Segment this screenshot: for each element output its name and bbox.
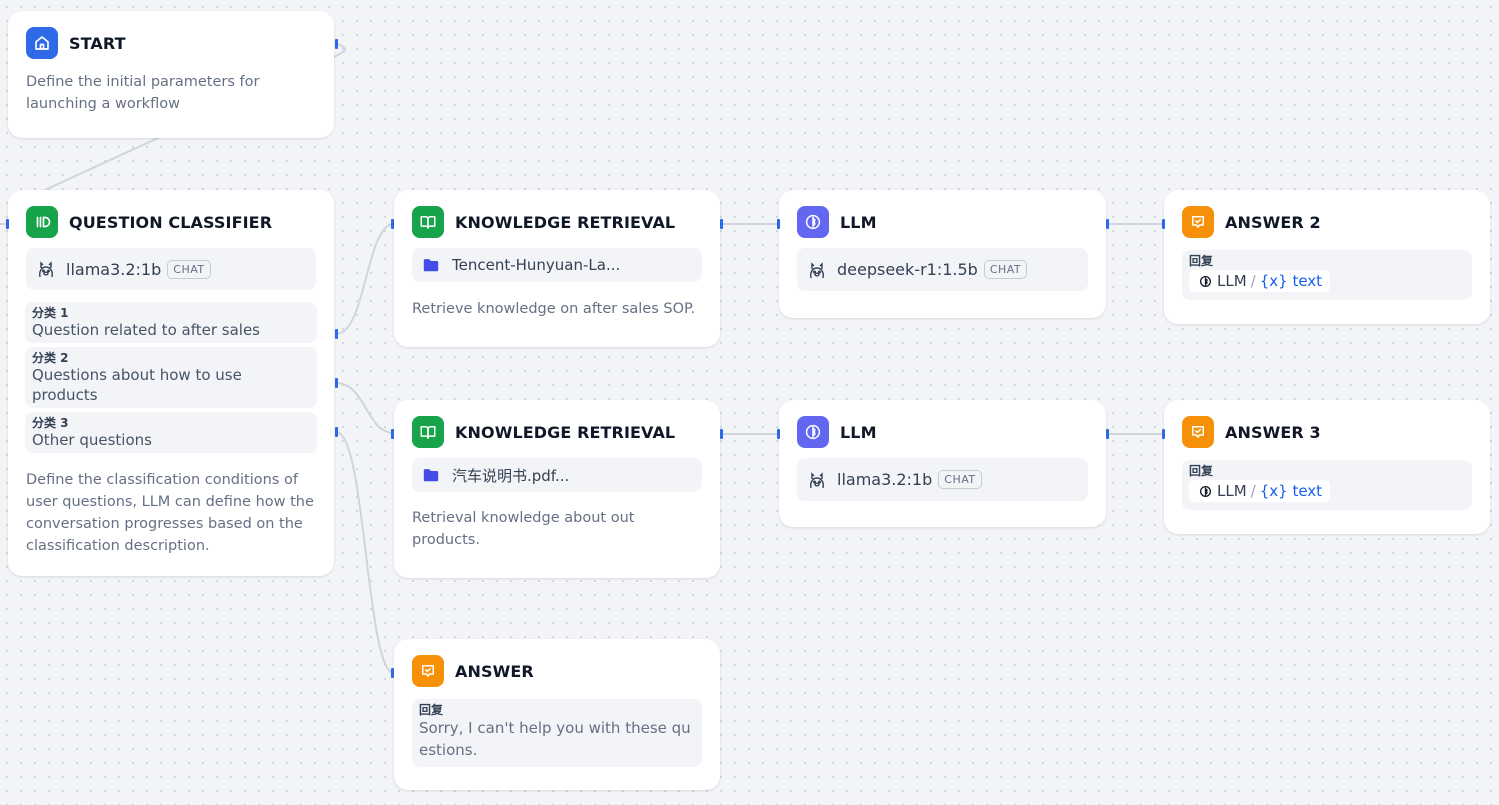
node-description: Define the initial parameters for launch… bbox=[26, 74, 260, 112]
class-text: Questions about how to use products bbox=[32, 366, 242, 404]
reply-text: Sorry, I can't help you with these quest… bbox=[419, 719, 691, 759]
llm2-output-handle[interactable] bbox=[1106, 429, 1109, 439]
llm-icon bbox=[1199, 275, 1212, 287]
class-text: Other questions bbox=[32, 431, 152, 449]
node-title: ANSWER bbox=[455, 661, 534, 681]
llm2-input-handle[interactable] bbox=[777, 429, 780, 439]
knowledge-base-name: 汽车说明书.pdf... bbox=[452, 466, 570, 485]
reply-label: 回复 bbox=[1189, 254, 1214, 268]
model-name: llama3.2:1b bbox=[66, 259, 162, 279]
reply-box[interactable]: 回复 Sorry, I can't help you with these qu… bbox=[412, 699, 702, 767]
variable-chip[interactable]: LLM / {x} text bbox=[1189, 270, 1331, 292]
node-description: Retrieve knowledge on after sales SOP. bbox=[412, 301, 696, 317]
class-label: 分类 1 bbox=[32, 306, 69, 320]
node-knowledge-retrieval-1[interactable]: KNOWLEDGE RETRIEVAL Tencent-Hunyuan-La..… bbox=[394, 190, 720, 347]
reply-label: 回复 bbox=[419, 703, 444, 717]
answer-icon bbox=[1182, 206, 1214, 238]
classifier-input-handle[interactable] bbox=[6, 219, 9, 229]
class-1-output-handle[interactable] bbox=[335, 329, 338, 339]
answer2-input-handle[interactable] bbox=[1162, 219, 1165, 229]
llm-icon bbox=[797, 206, 829, 238]
reply-box[interactable]: 回复 LLM / {x} text bbox=[1182, 460, 1472, 510]
node-llm-1[interactable]: LLM deepseek-r1:1.5b CHAT bbox=[779, 190, 1106, 318]
class-3-output-handle[interactable] bbox=[335, 427, 338, 437]
model-name: llama3.2:1b bbox=[837, 470, 933, 489]
node-title: KNOWLEDGE RETRIEVAL bbox=[455, 422, 676, 442]
edge-classifier-kr1 bbox=[335, 223, 395, 335]
node-llm-2[interactable]: LLM llama3.2:1b CHAT bbox=[779, 400, 1106, 527]
answer-icon bbox=[1182, 416, 1214, 448]
chat-tag: CHAT bbox=[167, 259, 211, 279]
class-label: 分类 3 bbox=[32, 416, 69, 430]
class-label: 分类 2 bbox=[32, 351, 69, 365]
knowledge-base-item[interactable]: 汽车说明书.pdf... bbox=[412, 458, 702, 492]
class-2-output-handle[interactable] bbox=[335, 378, 338, 388]
model-selector[interactable]: deepseek-r1:1.5b CHAT bbox=[797, 248, 1088, 291]
knowledge-base-name: Tencent-Hunyuan-La... bbox=[452, 256, 621, 274]
answer3-input-handle[interactable] bbox=[1162, 429, 1165, 439]
chat-tag: CHAT bbox=[938, 470, 982, 489]
knowledge-base-item[interactable]: Tencent-Hunyuan-La... bbox=[412, 248, 702, 282]
node-description: Retrieval knowledge about out products. bbox=[412, 510, 635, 548]
llm-icon bbox=[797, 416, 829, 448]
node-title: ANSWER 3 bbox=[1225, 422, 1321, 442]
node-answer-2[interactable]: ANSWER 2 回复 LLM / {x} text bbox=[1164, 190, 1490, 324]
node-title: LLM bbox=[840, 422, 877, 442]
home-icon bbox=[26, 27, 58, 59]
kr1-output-handle[interactable] bbox=[720, 219, 723, 229]
kr2-input-handle[interactable] bbox=[391, 429, 394, 439]
variable-separator: / bbox=[1250, 482, 1256, 500]
node-answer-3[interactable]: ANSWER 3 回复 LLM / {x} text bbox=[1164, 400, 1490, 534]
node-question-classifier[interactable]: QUESTION CLASSIFIER llama3.2:1b CHAT 分类 … bbox=[8, 190, 334, 576]
classifier-icon bbox=[26, 206, 58, 238]
node-answer[interactable]: ANSWER 回复 Sorry, I can't help you with t… bbox=[394, 639, 720, 790]
folder-icon bbox=[423, 469, 439, 482]
node-description: Define the classification conditions of … bbox=[26, 472, 314, 554]
class-item[interactable]: 分类 3 Other questions bbox=[25, 412, 317, 453]
llm1-input-handle[interactable] bbox=[777, 219, 780, 229]
start-output-handle[interactable] bbox=[335, 39, 338, 49]
folder-icon bbox=[423, 259, 439, 272]
answer-input-handle[interactable] bbox=[391, 668, 394, 678]
class-item[interactable]: 分类 1 Question related to after sales bbox=[25, 302, 317, 343]
node-knowledge-retrieval-2[interactable]: KNOWLEDGE RETRIEVAL 汽车说明书.pdf... Retriev… bbox=[394, 400, 720, 578]
node-title: QUESTION CLASSIFIER bbox=[69, 212, 273, 232]
edge-classifier-answer bbox=[335, 431, 395, 674]
llm1-output-handle[interactable] bbox=[1106, 219, 1109, 229]
node-title: KNOWLEDGE RETRIEVAL bbox=[455, 212, 676, 232]
node-start[interactable]: START Define the initial parameters for … bbox=[8, 11, 334, 138]
llm-icon bbox=[1199, 485, 1212, 497]
variable-separator: / bbox=[1250, 272, 1256, 290]
kr2-output-handle[interactable] bbox=[720, 429, 723, 439]
variable-name: {x} text bbox=[1259, 482, 1323, 500]
edge-classifier-kr2 bbox=[335, 382, 395, 434]
node-title: START bbox=[69, 33, 126, 53]
answer-icon bbox=[412, 655, 444, 687]
node-title: LLM bbox=[840, 212, 877, 232]
variable-source: LLM bbox=[1217, 272, 1247, 290]
variable-name: {x} text bbox=[1259, 272, 1323, 290]
class-text: Question related to after sales bbox=[32, 321, 260, 339]
ollama-icon bbox=[39, 261, 53, 278]
book-icon bbox=[412, 416, 444, 448]
reply-label: 回复 bbox=[1189, 464, 1214, 478]
node-title: ANSWER 2 bbox=[1225, 212, 1321, 232]
reply-box[interactable]: 回复 LLM / {x} text bbox=[1182, 250, 1472, 300]
model-name: deepseek-r1:1.5b bbox=[837, 260, 978, 279]
chat-tag: CHAT bbox=[983, 260, 1028, 279]
variable-source: LLM bbox=[1217, 482, 1247, 500]
kr1-input-handle[interactable] bbox=[391, 219, 394, 229]
class-item[interactable]: 分类 2 Questions about how to use products bbox=[25, 347, 317, 408]
variable-chip[interactable]: LLM / {x} text bbox=[1189, 480, 1331, 502]
model-selector[interactable]: llama3.2:1b CHAT bbox=[797, 458, 1088, 501]
ollama-icon bbox=[810, 261, 824, 278]
model-selector[interactable]: llama3.2:1b CHAT bbox=[26, 248, 316, 290]
ollama-icon bbox=[810, 471, 824, 488]
book-icon bbox=[412, 206, 444, 238]
